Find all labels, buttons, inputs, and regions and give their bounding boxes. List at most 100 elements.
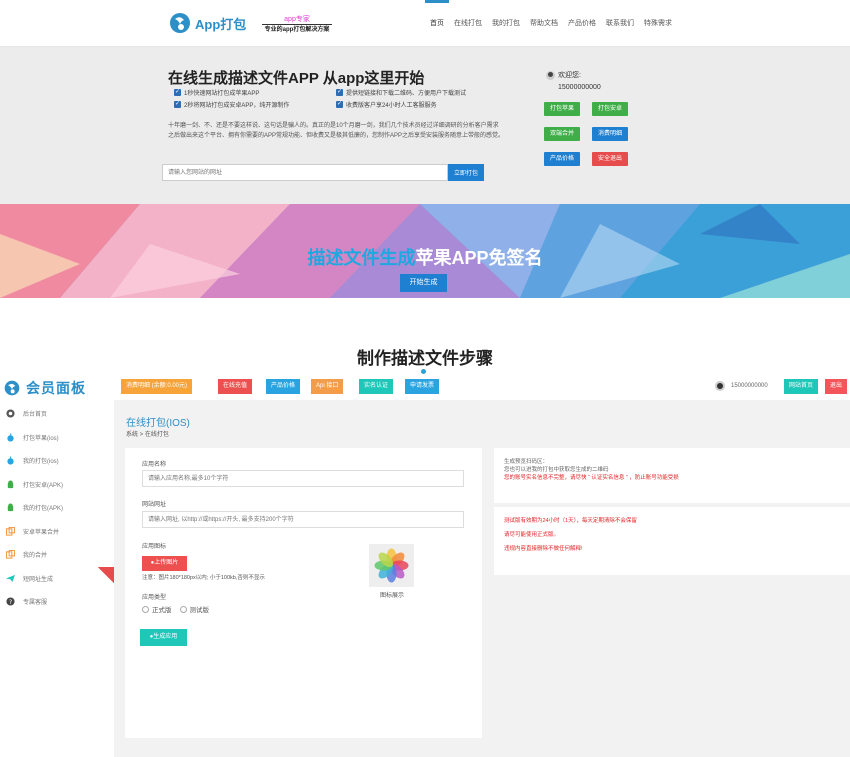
sidebar-item-pack-android[interactable]: 打包安卓(APK): [0, 473, 114, 497]
app-type-options: 正式版 测试版: [142, 604, 209, 614]
app-type-label: 应用类型: [142, 595, 167, 601]
steps-title: 制作描述文件步骤: [357, 349, 493, 368]
app-name-label: 应用名称: [142, 462, 167, 468]
top-navbar: App打包 app专家 专业的app打包解决方案 首页 在线打包 我的打包 帮助…: [0, 0, 850, 47]
slogan-top: app专家: [262, 15, 332, 25]
icon-caption: 图标展示: [380, 593, 405, 599]
feature-list: ✓ 1秒快速网站打包成苹果APP ✓ 提供短链接和下载二维码、方便用户下载测试 ✓ 2…: [174, 88, 494, 109]
new-badge: [98, 566, 114, 583]
pack-android-button[interactable]: 打包安卓: [592, 102, 628, 116]
notice-line: 违规内容直接删除不做任何解释!: [504, 546, 583, 552]
logout-button[interactable]: 安全退出: [592, 152, 628, 166]
sidebar-item-my-pack-ios[interactable]: 我的打包(ios): [0, 449, 114, 473]
logo-text: App打包: [195, 16, 247, 32]
icon-preview: [369, 544, 414, 587]
sidebar-item-pack-ios[interactable]: 打包苹果(ios): [0, 426, 114, 450]
member-content: 消费明细 (余额:0.00元) 在线充值 产品价格 Api 接口 实名认证 申请…: [114, 374, 850, 757]
checkbox-icon: ✓: [174, 89, 181, 96]
sidebar-item-support[interactable]: ? 专属客服: [0, 590, 114, 614]
nav-item-home[interactable]: 首页: [425, 0, 449, 47]
android-icon: [7, 480, 14, 488]
merge-button[interactable]: 双端合并: [544, 127, 580, 141]
notice-box: 测试版有效期为24小时（1天），每天定期清除不会保留 请尽可能使用正式版。 违规…: [494, 507, 850, 575]
info-warning: 您的账号实名信息不完整，请尽快 “ 认证实名信息 ” ，防止账号功能受损: [504, 475, 679, 481]
page-title: 在线打包(IOS): [126, 418, 190, 429]
checkbox-icon: ✓: [174, 101, 181, 108]
member-panel-title: 会员面板: [26, 380, 86, 396]
pricing-button[interactable]: 产品价格: [544, 152, 580, 166]
real-name-auth-button[interactable]: 实名认证: [359, 379, 394, 394]
site-logo[interactable]: App打包: [168, 11, 246, 35]
checkbox-icon: ✓: [336, 101, 343, 108]
breadcrumb: 系统 > 在线打包: [126, 432, 169, 438]
nav-item-pricing[interactable]: 产品价格: [563, 0, 601, 47]
banner-title-rest: 苹果APP免签名: [415, 248, 543, 268]
banner-title-highlight: 描述文件生成: [307, 248, 416, 268]
apple-icon: [7, 456, 14, 465]
app-name-input[interactable]: [142, 470, 464, 487]
feature-item: ✓ 提供短链接和下载二维码、方便用户下载测试: [336, 89, 467, 97]
api-button[interactable]: Api 接口: [311, 379, 344, 394]
hero-description: 十年磨一剑、不、还是不要这样说、这句话是骗人的。真正的是10个月磨一剑，我们几个…: [168, 123, 505, 139]
recharge-button[interactable]: 在线充值: [218, 379, 253, 394]
svg-text:?: ?: [9, 599, 12, 606]
member-sidebar: 会员面板 后台首页 打包苹果(ios) 我的打包(ios) 打包安卓(APK) …: [0, 374, 114, 757]
preview-info-box: 生成预览扫码区： 您也可以进我的打包中获取您生成的二维码 您的账号实名信息不完整…: [494, 448, 850, 503]
apple-icon: [7, 433, 14, 442]
hero-section: 在线生成描述文件APP 从app这里开始 ✓ 1秒快速网站打包成苹果APP ✓ 提供…: [0, 47, 850, 204]
member-panel-header: 会员面板: [0, 374, 114, 402]
radio-test-label: 测试版: [189, 607, 210, 614]
nav-item-help[interactable]: 帮助文档: [525, 0, 563, 47]
upload-image-button[interactable]: ●上传图片: [142, 556, 187, 571]
product-price-button[interactable]: 产品价格: [266, 379, 301, 394]
sidebar-item-my-pack-android[interactable]: 我的打包(APK): [0, 496, 114, 520]
generate-app-button[interactable]: ●生成应用: [140, 629, 187, 646]
url-bar: 立即打包: [162, 164, 484, 181]
welcome-box: 欢迎您: 15000000000: [546, 70, 601, 91]
nav-item-special[interactable]: 特殊需求: [639, 0, 677, 47]
nav-item-my-pack[interactable]: 我的打包: [487, 0, 525, 47]
start-generate-button[interactable]: 开始生成: [400, 274, 447, 292]
logo-icon: [170, 13, 190, 33]
radio-official-label: 正式版: [152, 607, 172, 614]
sidebar-item-dashboard[interactable]: 后台首页: [0, 402, 114, 426]
consumption-detail-button[interactable]: 消费明细: [592, 127, 628, 141]
promo-banner: 描述文件生成苹果APP免签名 开始生成: [0, 204, 850, 298]
avatar: [546, 70, 555, 80]
checkbox-icon: ✓: [336, 89, 343, 96]
radio-test[interactable]: [179, 605, 187, 613]
pack-ios-button[interactable]: 打包苹果: [544, 102, 580, 116]
apply-invoice-button[interactable]: 申请发票: [405, 379, 440, 394]
merge-icon: [6, 526, 15, 536]
radio-official[interactable]: [142, 605, 149, 613]
toolbar-user-phone: 15000000000: [731, 383, 768, 389]
member-toolbar: 消费明细 (余额:0.00元) 在线充值 产品价格 Api 接口 实名认证 申请…: [114, 374, 850, 400]
exit-button[interactable]: 退出: [825, 379, 848, 394]
logo-icon: [4, 380, 20, 396]
sidebar-item-my-merge[interactable]: 我的合并: [0, 543, 114, 567]
photos-icon: [374, 548, 409, 583]
nav-item-contact[interactable]: 联系我们: [601, 0, 639, 47]
info-line: 您也可以进我的打包中获取您生成的二维码: [504, 467, 609, 473]
welcome-phone: 15000000000: [558, 84, 601, 91]
nav-menu: 首页 在线打包 我的打包 帮助文档 产品价格 联系我们 特殊需求: [425, 0, 677, 47]
dashboard-icon: [6, 409, 15, 418]
website-url-input[interactable]: [162, 164, 448, 181]
site-home-button[interactable]: 网站首页: [784, 379, 819, 394]
info-line: 生成预览扫码区：: [504, 459, 549, 465]
banner-title: 描述文件生成苹果APP免签名: [0, 244, 850, 270]
app-url-input[interactable]: [142, 511, 464, 528]
sidebar-item-short-url[interactable]: 短网址生成: [0, 566, 114, 591]
merge-icon: [6, 550, 15, 559]
nav-item-online-pack[interactable]: 在线打包: [449, 0, 487, 47]
notice-line: 请尽可能使用正式版。: [504, 532, 560, 538]
feature-item: ✓ 1秒快速网站打包成苹果APP: [174, 89, 260, 97]
welcome-label: 欢迎您:: [558, 72, 581, 79]
plane-icon: [6, 574, 15, 582]
feature-item: ✓ 2秒将网站打包成安卓APP，纯开源制作: [174, 101, 290, 109]
consumption-balance-button[interactable]: 消费明细 (余额:0.00元): [121, 379, 193, 394]
slogan-bottom: 专业的app打包解决方案: [264, 27, 330, 33]
sidebar-item-merge[interactable]: 安卓苹果合并: [0, 520, 114, 544]
hero-title: 在线生成描述文件APP 从app这里开始: [168, 70, 425, 87]
pack-now-button[interactable]: 立即打包: [448, 164, 484, 181]
